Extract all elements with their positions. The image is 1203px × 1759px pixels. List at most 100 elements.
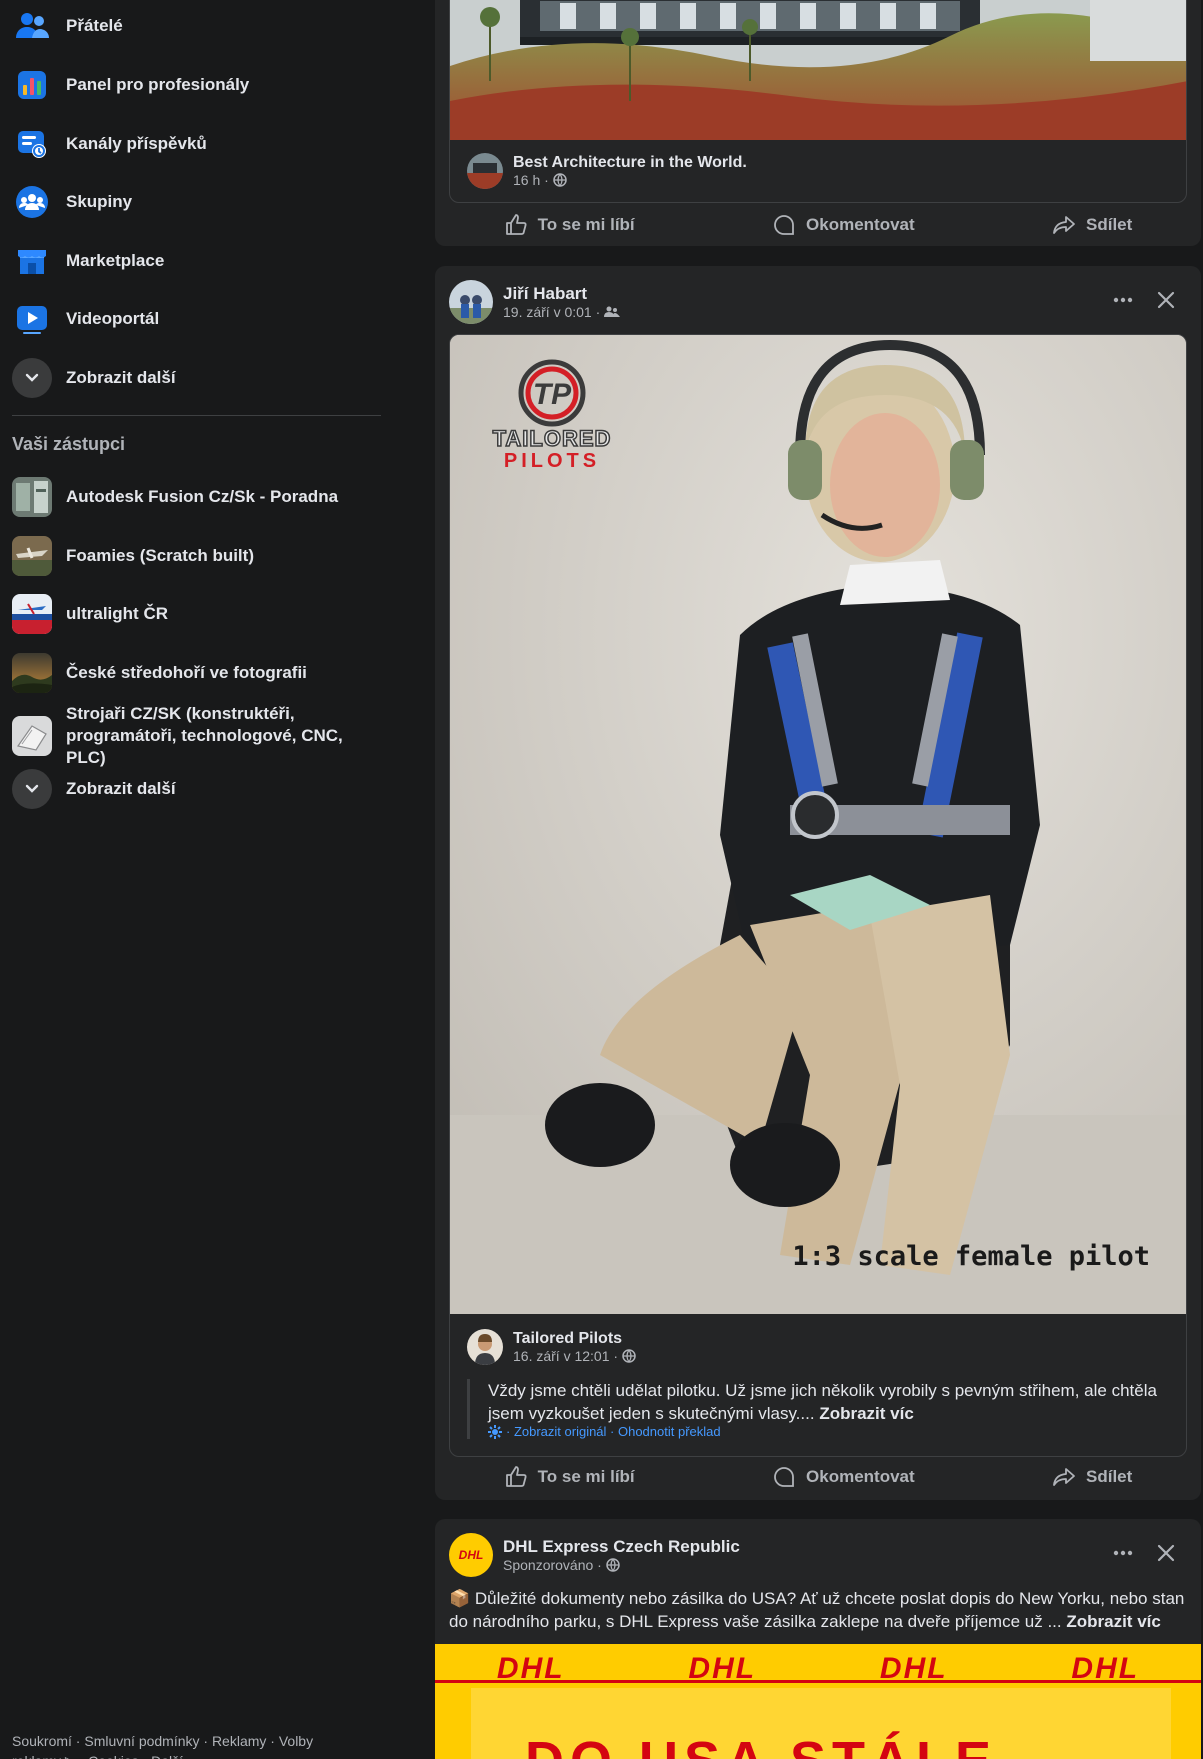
gear-icon	[488, 1424, 502, 1439]
show-more-shortcuts-button[interactable]: Zobrazit další	[12, 764, 382, 814]
post-time[interactable]: 16 h ·	[513, 172, 549, 188]
sidebar-item-professional-dashboard[interactable]: Panel pro profesionály	[12, 60, 382, 110]
shortcut-autodesk-fusion[interactable]: Autodesk Fusion Cz/Sk - Poradna	[12, 472, 382, 522]
like-label: To se mi líbí	[537, 1467, 635, 1486]
translation-link-text[interactable]: · Zobrazit originál · Ohodnotit překlad	[506, 1424, 721, 1439]
comment-button[interactable]: Okomentovat	[772, 213, 915, 237]
post-meta: Sponzorováno ·	[503, 1557, 740, 1573]
pilot-figure-photo[interactable]: TP TAILORED PILOTS 1:3 scale female pilo…	[450, 335, 1186, 1314]
post-time[interactable]: 19. září v 0:01 ·	[503, 304, 600, 320]
shared-post-preview[interactable]: TP TAILORED PILOTS 1:3 scale female pilo…	[449, 334, 1187, 1457]
show-more-label: Zobrazit další	[66, 779, 176, 798]
dhl-logo-small: DHL	[458, 1548, 484, 1562]
sidebar-item-label: Panel pro profesionály	[66, 75, 250, 94]
shared-page-name[interactable]: Best Architecture in the World.	[513, 154, 747, 172]
sidebar-item-label: Kanály příspěvků	[66, 134, 207, 153]
comment-button[interactable]: Okomentovat	[772, 1465, 915, 1489]
sidebar-item-label: Skupiny	[66, 192, 133, 211]
chevron-down-icon	[12, 358, 52, 398]
share-button[interactable]: Sdílet	[1052, 213, 1132, 237]
sidebar-item-label: Videoportál	[66, 309, 160, 328]
dhl-stripe	[435, 1680, 1201, 1683]
friends-icon	[12, 6, 52, 46]
tailored-pilots-logo: TP TAILORED PILOTS	[482, 357, 622, 472]
post-header: DHL DHL Express Czech Republic Sponzorov…	[449, 1533, 740, 1577]
sidebar-footer-links[interactable]: Soukromí · Smluvní podmínky · Reklamy · …	[12, 1731, 352, 1759]
architecture-photo	[450, 0, 1186, 140]
translation-links: · Zobrazit originál · Ohodnotit překlad	[488, 1424, 1172, 1439]
like-button[interactable]: To se mi líbí	[504, 213, 635, 237]
like-button[interactable]: To se mi líbí	[504, 1465, 635, 1489]
like-label: To se mi líbí	[537, 215, 635, 234]
sidebar-item-video[interactable]: Videoportál	[12, 294, 382, 344]
post-text-block: 📦 Důležité dokumenty nebo zásilka do USA…	[449, 1587, 1189, 1633]
shared-post-text: Vždy jsme chtěli udělat pilotku. Už jsme…	[467, 1379, 1172, 1439]
page-avatar[interactable]	[467, 153, 503, 189]
post-controls	[1111, 1541, 1177, 1565]
shortcut-thumbnail	[12, 477, 52, 517]
comment-icon	[774, 1467, 794, 1487]
like-icon	[505, 1466, 527, 1487]
shortcut-foamies[interactable]: Foamies (Scratch built)	[12, 531, 382, 581]
share-label: Sdílet	[1086, 215, 1133, 234]
page-avatar[interactable]	[467, 1329, 503, 1365]
logo-line1: TAILORED	[492, 426, 612, 451]
sidebar-item-label: Autodesk Fusion Cz/Sk - Poradna	[66, 487, 339, 506]
professional-dashboard-icon	[12, 65, 52, 105]
shortcut-strojari[interactable]: Strojaři CZ/SK (konstruktéři, programáto…	[12, 704, 382, 767]
sidebar-item-label: Marketplace	[66, 251, 165, 270]
see-more-link[interactable]: Zobrazit víc	[819, 1404, 913, 1423]
close-icon[interactable]	[1155, 289, 1177, 311]
groups-icon	[12, 182, 52, 222]
sidebar-item-feeds[interactable]: Kanály příspěvků	[12, 119, 382, 169]
sidebar-item-marketplace[interactable]: Marketplace	[12, 236, 382, 286]
sidebar-item-label: České středohoří ve fotografii	[66, 663, 307, 682]
author-name[interactable]: Jiří Habart	[503, 284, 620, 304]
sidebar-item-friends[interactable]: Přátelé	[12, 1, 382, 51]
post-card: Best Architecture in the World. 16 h · T…	[435, 0, 1201, 246]
post-meta: 19. září v 0:01 ·	[503, 304, 621, 320]
post-time[interactable]: 16. září v 12:01 ·	[513, 1348, 618, 1364]
see-more-link[interactable]: Zobrazit víc	[1066, 1612, 1160, 1631]
dhl-headline: DO USA STÁLE	[525, 1730, 997, 1759]
sidebar-item-label: Foamies (Scratch built)	[66, 546, 254, 565]
show-more-label: Zobrazit další	[66, 368, 176, 387]
shortcut-thumbnail	[12, 716, 52, 756]
sponsored-post-card: DHL DHL Express Czech Republic Sponzorov…	[435, 1519, 1201, 1759]
show-more-button[interactable]: Zobrazit další	[12, 353, 382, 403]
close-icon[interactable]	[1155, 1542, 1177, 1564]
share-label: Sdílet	[1086, 1467, 1133, 1486]
comment-label: Okomentovat	[806, 215, 915, 234]
post-header: Jiří Habart 19. září v 0:01 ·	[449, 280, 621, 324]
sponsored-label[interactable]: Sponzorováno ·	[503, 1557, 602, 1573]
comment-label: Okomentovat	[806, 1467, 915, 1486]
more-options-icon[interactable]	[1111, 288, 1135, 312]
shortcut-thumbnail	[12, 653, 52, 693]
sidebar-item-label: Strojaři CZ/SK (konstruktéři, programáto…	[66, 704, 343, 767]
post-action-bar: To se mi líbí Okomentovat Sdílet	[435, 202, 1201, 248]
sidebar-item-label: Přátelé	[66, 16, 123, 35]
share-button[interactable]: Sdílet	[1052, 1465, 1132, 1489]
share-icon	[1053, 216, 1075, 234]
advertiser-name[interactable]: DHL Express Czech Republic	[503, 1537, 740, 1557]
chevron-down-icon	[12, 769, 52, 809]
post-controls	[1111, 288, 1177, 312]
post-action-bar: To se mi líbí Okomentovat Sdílet	[435, 1454, 1201, 1500]
left-sidebar: Přátelé Panel pro profesionály Kanály př	[0, 0, 395, 1759]
shared-post-preview[interactable]: Best Architecture in the World. 16 h ·	[449, 0, 1187, 203]
dhl-ad-banner[interactable]: DHL DHL DHL DHL DO USA STÁLE	[435, 1644, 1201, 1759]
shared-post-header: Best Architecture in the World. 16 h ·	[467, 153, 747, 189]
shortcut-ceske-stredohori[interactable]: České středohoří ve fotografii	[12, 648, 382, 698]
advertiser-avatar[interactable]: DHL	[449, 1533, 493, 1577]
more-options-icon[interactable]	[1111, 1541, 1135, 1565]
shortcut-ultralight[interactable]: ultralight ČR	[12, 589, 382, 639]
post-meta: 16. září v 12:01 ·	[513, 1348, 636, 1364]
shared-page-name[interactable]: Tailored Pilots	[513, 1330, 636, 1348]
shortcut-thumbnail	[12, 536, 52, 576]
sidebar-item-groups[interactable]: Skupiny	[12, 177, 382, 227]
author-avatar[interactable]	[449, 280, 493, 324]
image-caption: 1:3 scale female pilot	[792, 1241, 1150, 1272]
share-icon	[1053, 1468, 1075, 1486]
logo-mark-text: TP	[533, 378, 572, 411]
shared-post-header: Tailored Pilots 16. září v 12:01 ·	[467, 1329, 636, 1365]
